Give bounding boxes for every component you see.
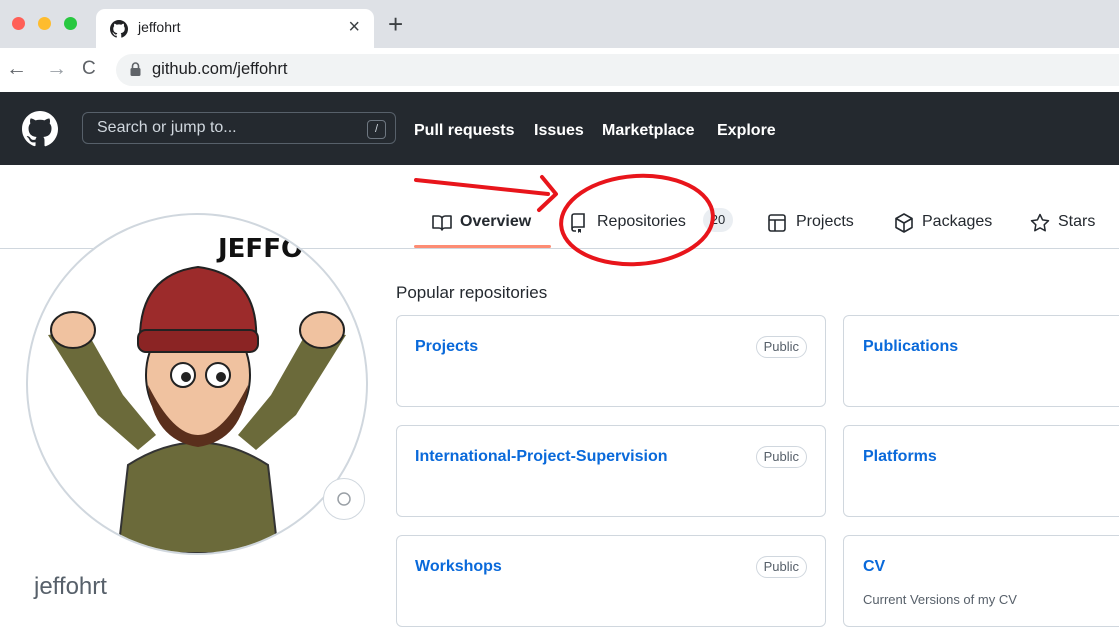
reload-button[interactable]: C — [82, 58, 96, 80]
profile-username: jeffohrt — [34, 573, 107, 600]
avatar[interactable]: JEFFO — [26, 213, 368, 555]
visibility-badge: Public — [755, 446, 807, 468]
nav-marketplace[interactable]: Marketplace — [602, 122, 695, 140]
annotation-arrow — [414, 178, 550, 196]
repo-description: Current Versions of my CV — [863, 592, 1017, 607]
repo-card: Workshops Public — [396, 535, 826, 627]
url-text: github.com/jeffohrt — [152, 60, 287, 79]
visibility-badge: Public — [755, 556, 807, 578]
lock-icon — [130, 62, 141, 81]
tab-overview-label: Overview — [460, 213, 532, 230]
tab-stars-label: Stars — [1058, 213, 1096, 230]
tab-title: jeffohrt — [138, 19, 181, 35]
browser-tab[interactable]: jeffohrt × — [96, 9, 374, 48]
star-icon — [1030, 213, 1050, 238]
tab-packages-label: Packages — [922, 213, 993, 230]
address-bar-row: ← → C github.com/jeffohrt — [0, 48, 1119, 92]
tab-repositories-label: Repositories — [597, 213, 686, 230]
search-shortcut-key: / — [367, 120, 386, 139]
repo-card: CV Current Versions of my CV — [843, 535, 1119, 627]
tab-projects-label: Projects — [796, 213, 854, 230]
github-header: Search or jump to... / Pull requests Iss… — [0, 92, 1119, 165]
repo-link[interactable]: CV — [863, 558, 885, 576]
browser-tab-bar: jeffohrt × + — [0, 0, 1119, 48]
nav-pull-requests[interactable]: Pull requests — [414, 122, 514, 140]
repo-card: Platforms — [843, 425, 1119, 517]
annotation-arrowhead — [537, 175, 558, 212]
search-input[interactable]: Search or jump to... / — [82, 112, 396, 144]
visibility-badge: Public — [755, 336, 807, 358]
repo-link[interactable]: Publications — [863, 338, 958, 356]
repo-card: Publications — [843, 315, 1119, 407]
window-minimize-button[interactable] — [38, 17, 51, 30]
github-logo-icon[interactable] — [22, 111, 59, 152]
repo-card: Projects Public — [396, 315, 826, 407]
window-zoom-button[interactable] — [64, 17, 77, 30]
back-button[interactable]: ← — [6, 57, 27, 81]
repo-card: International-Project-Supervision Public — [396, 425, 826, 517]
repo-link[interactable]: Projects — [415, 338, 478, 356]
nav-issues[interactable]: Issues — [534, 122, 584, 140]
book-icon — [432, 214, 452, 237]
url-field[interactable]: github.com/jeffohrt — [116, 54, 1119, 86]
repo-link[interactable]: Platforms — [863, 448, 937, 466]
search-placeholder: Search or jump to... — [97, 119, 237, 136]
repo-link[interactable]: International-Project-Supervision — [415, 448, 667, 466]
new-tab-button[interactable]: + — [388, 9, 403, 40]
repositories-counter: 20 — [703, 208, 733, 232]
tab-close-icon[interactable]: × — [348, 16, 360, 39]
window-close-button[interactable] — [12, 17, 25, 30]
table-icon — [768, 214, 786, 237]
repo-link[interactable]: Workshops — [415, 558, 502, 576]
url-domain: github.com/ — [152, 60, 238, 78]
status-emoji-button[interactable] — [323, 478, 365, 520]
avatar-text: JEFFO — [216, 234, 303, 264]
popular-repositories-title: Popular repositories — [396, 283, 548, 302]
forward-button[interactable]: → — [46, 57, 67, 81]
package-icon — [895, 213, 913, 238]
repo-icon — [570, 213, 586, 238]
url-path: jeffohrt — [237, 60, 288, 78]
github-favicon-icon — [110, 20, 129, 43]
nav-explore[interactable]: Explore — [717, 122, 776, 140]
